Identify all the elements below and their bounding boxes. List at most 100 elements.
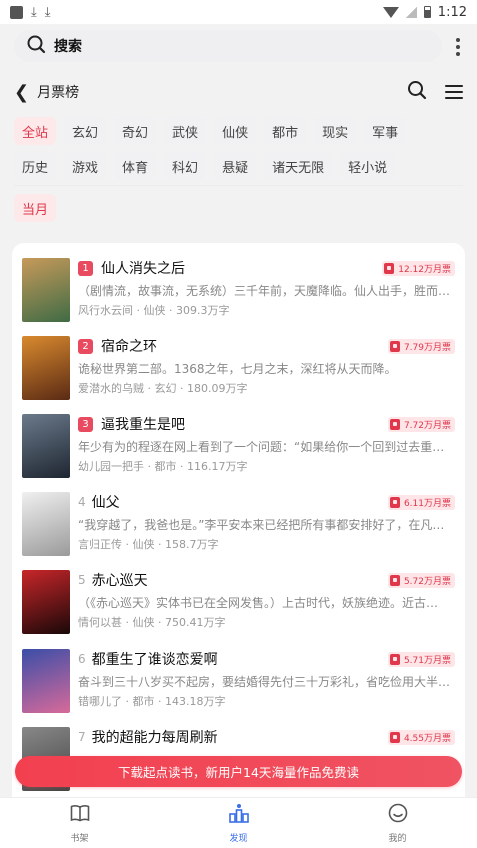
ticket-icon [389, 496, 400, 508]
book-meta: 爱潜水的乌贼 · 玄幻 · 180.09万字 [78, 382, 248, 395]
ticket-icon [384, 262, 395, 274]
category-chip[interactable]: 玄幻 [64, 117, 107, 145]
category-chip[interactable]: 现实 [314, 117, 357, 145]
category-chip[interactable]: 悬疑 [214, 152, 257, 180]
rank-badge: 6 [78, 652, 86, 666]
book-meta: 幼儿园一把手 · 都市 · 116.17万字 [78, 460, 248, 473]
votes-count: 12.12万月票 [398, 264, 451, 275]
category-filter: 全站 玄幻 奇幻 武侠 仙侠 都市 现实 军事历史 游戏 体育 科幻 悬疑 诸天无限 轻小说 [14, 117, 454, 180]
votes-count: 7.79万月票 [403, 342, 451, 353]
book-row[interactable]: 4 仙父 6.11万月票 “我穿越了，我爸也是。”李平安本来已经把所有事都安排好了，在… [22, 492, 455, 558]
nav-discover[interactable]: 发现 [159, 798, 318, 848]
book-title[interactable]: 仙人消失之后 [101, 258, 185, 278]
monthly-votes-badge: 12.12万月票 [382, 260, 455, 276]
back-icon[interactable]: ❮ [14, 82, 29, 103]
monthly-votes-badge: 4.55万月票 [387, 729, 455, 745]
book-meta: 言归正传 · 仙侠 · 158.7万字 [78, 538, 219, 551]
category-chip[interactable]: 军事 [364, 117, 407, 145]
book-cover[interactable] [22, 570, 70, 634]
book-row[interactable]: 1 仙人消失之后 12.12万月票 （剧情流，故事流，无系统）三千年前，天魔降临。仙人… [22, 258, 455, 324]
book-cover[interactable] [22, 492, 70, 556]
book-description: （剧情流，故事流，无系统）三千年前，天魔降临。仙人出手，胜而… [78, 284, 451, 298]
nav-label: 我的 [388, 834, 407, 844]
book-meta: 错哪儿了 · 都市 · 143.18万字 [78, 695, 226, 708]
book-meta: 风行水云间 · 仙侠 · 309.3万字 [78, 304, 230, 317]
nav-profile[interactable]: 我的 [318, 798, 477, 848]
category-chip[interactable]: 奇幻 [114, 117, 157, 145]
status-bar: ⤓ ⤓ 1:12 [0, 0, 477, 24]
rank-badge: 5 [78, 573, 86, 587]
menu-icon[interactable] [445, 85, 463, 99]
battery-icon [423, 6, 431, 18]
category-chip[interactable]: 全站 [14, 117, 57, 145]
book-cover[interactable] [22, 414, 70, 478]
category-chip[interactable]: 历史 [14, 152, 57, 180]
book-title[interactable]: 逼我重生是吧 [101, 414, 185, 434]
rank-badge: 3 [78, 416, 93, 432]
category-chip[interactable]: 轻小说 [340, 152, 396, 180]
ticket-icon [389, 574, 400, 586]
wifi-icon [382, 6, 399, 18]
book-title[interactable]: 都重生了谁谈恋爱啊 [92, 649, 218, 669]
download-icon: ⤓ [44, 4, 51, 20]
search-icon[interactable] [407, 80, 427, 104]
book-title-row: 6 都重生了谁谈恋爱啊 5.71万月票 [78, 649, 455, 669]
search-icon [26, 34, 46, 58]
votes-count: 4.55万月票 [403, 733, 451, 744]
ranking-list: 1 仙人消失之后 12.12万月票 （剧情流，故事流，无系统）三千年前，天魔降临。仙人… [12, 243, 465, 843]
book-description: 奋斗到三十八岁买不起房，要结婚得先付三十万彩礼，省吃俭用大半… [78, 675, 451, 689]
nav-label: 书架 [70, 834, 89, 844]
nav-bookshelf[interactable]: 书架 [0, 798, 159, 848]
rank-badge: 1 [78, 260, 93, 276]
votes-count: 7.72万月票 [403, 420, 451, 431]
book-title-row: 2 宿命之环 7.79万月票 [78, 336, 455, 356]
signal-icon [405, 6, 417, 18]
search-input[interactable]: 搜索 [14, 30, 442, 62]
votes-count: 5.72万月票 [403, 576, 451, 587]
book-icon [69, 802, 91, 828]
category-chip[interactable]: 诸天无限 [264, 152, 333, 180]
more-menu-icon[interactable] [452, 36, 464, 58]
monthly-votes-badge: 6.11万月票 [387, 494, 455, 510]
book-title-row: 7 我的超能力每周刷新 4.55万月票 [78, 727, 455, 747]
votes-count: 6.11万月票 [403, 498, 451, 509]
rank-badge: 2 [78, 338, 93, 354]
book-title[interactable]: 我的超能力每周刷新 [92, 727, 218, 747]
category-chip[interactable]: 仙侠 [214, 117, 257, 145]
book-title[interactable]: 赤心巡天 [92, 570, 148, 590]
period-chip[interactable]: 当月 [14, 194, 57, 222]
book-cover[interactable] [22, 336, 70, 400]
category-chip[interactable]: 武侠 [164, 117, 207, 145]
category-chip[interactable]: 科幻 [164, 152, 207, 180]
download-app-banner[interactable]: 下载起点读书，新用户14天海量作品免费读 [15, 756, 462, 787]
book-cover[interactable] [22, 649, 70, 713]
book-meta: 情何以甚 · 仙侠 · 750.41万字 [78, 616, 226, 629]
monthly-votes-badge: 7.79万月票 [387, 338, 455, 354]
book-title-row: 4 仙父 6.11万月票 [78, 492, 455, 512]
book-description: （《赤心巡天》实体书已在全网发售。）上古时代，妖族绝迹。近古… [78, 596, 439, 610]
monthly-votes-badge: 5.72万月票 [387, 572, 455, 588]
monthly-votes-badge: 7.72万月票 [387, 416, 455, 432]
category-chip[interactable]: 都市 [264, 117, 307, 145]
book-row[interactable]: 5 赤心巡天 5.72万月票 （《赤心巡天》实体书已在全网发售。）上古时代，妖族绝迹。… [22, 570, 455, 636]
search-placeholder: 搜索 [54, 39, 82, 55]
period-filter: 当月 [14, 194, 454, 222]
category-chip[interactable]: 游戏 [64, 152, 107, 180]
category-chip[interactable]: 体育 [114, 152, 157, 180]
rank-badge: 4 [78, 495, 86, 509]
book-row[interactable]: 6 都重生了谁谈恋爱啊 5.71万月票奋斗到三十八岁买不起房，要结婚得先付三十万彩礼… [22, 649, 455, 715]
book-description: 年少有为的程逐在网上看到了一个问题：“如果给你一个回到过去重… [78, 440, 445, 454]
book-description: 诡秘世界第二部。1368之年，七月之末，深红将从天而降。 [78, 362, 397, 376]
book-row[interactable]: 3 逼我重生是吧 7.72万月票年少有为的程逐在网上看到了一个问题：“如果给你一个回… [22, 414, 455, 480]
book-title[interactable]: 宿命之环 [101, 336, 157, 356]
book-title[interactable]: 仙父 [92, 492, 120, 512]
monthly-votes-badge: 5.71万月票 [387, 651, 455, 667]
book-cover[interactable] [22, 258, 70, 322]
votes-count: 5.71万月票 [403, 655, 451, 666]
book-title-row: 3 逼我重生是吧 7.72万月票 [78, 414, 455, 434]
ticket-icon [389, 418, 400, 430]
ticket-icon [389, 340, 400, 352]
book-title-row: 5 赤心巡天 5.72万月票 [78, 570, 455, 590]
book-description: “我穿越了，我爸也是。”李平安本来已经把所有事都安排好了，在凡… [78, 518, 445, 532]
book-row[interactable]: 2 宿命之环 7.79万月票 诡秘世界第二部。1368之年，七月之末，深红将从天而降。… [22, 336, 455, 402]
